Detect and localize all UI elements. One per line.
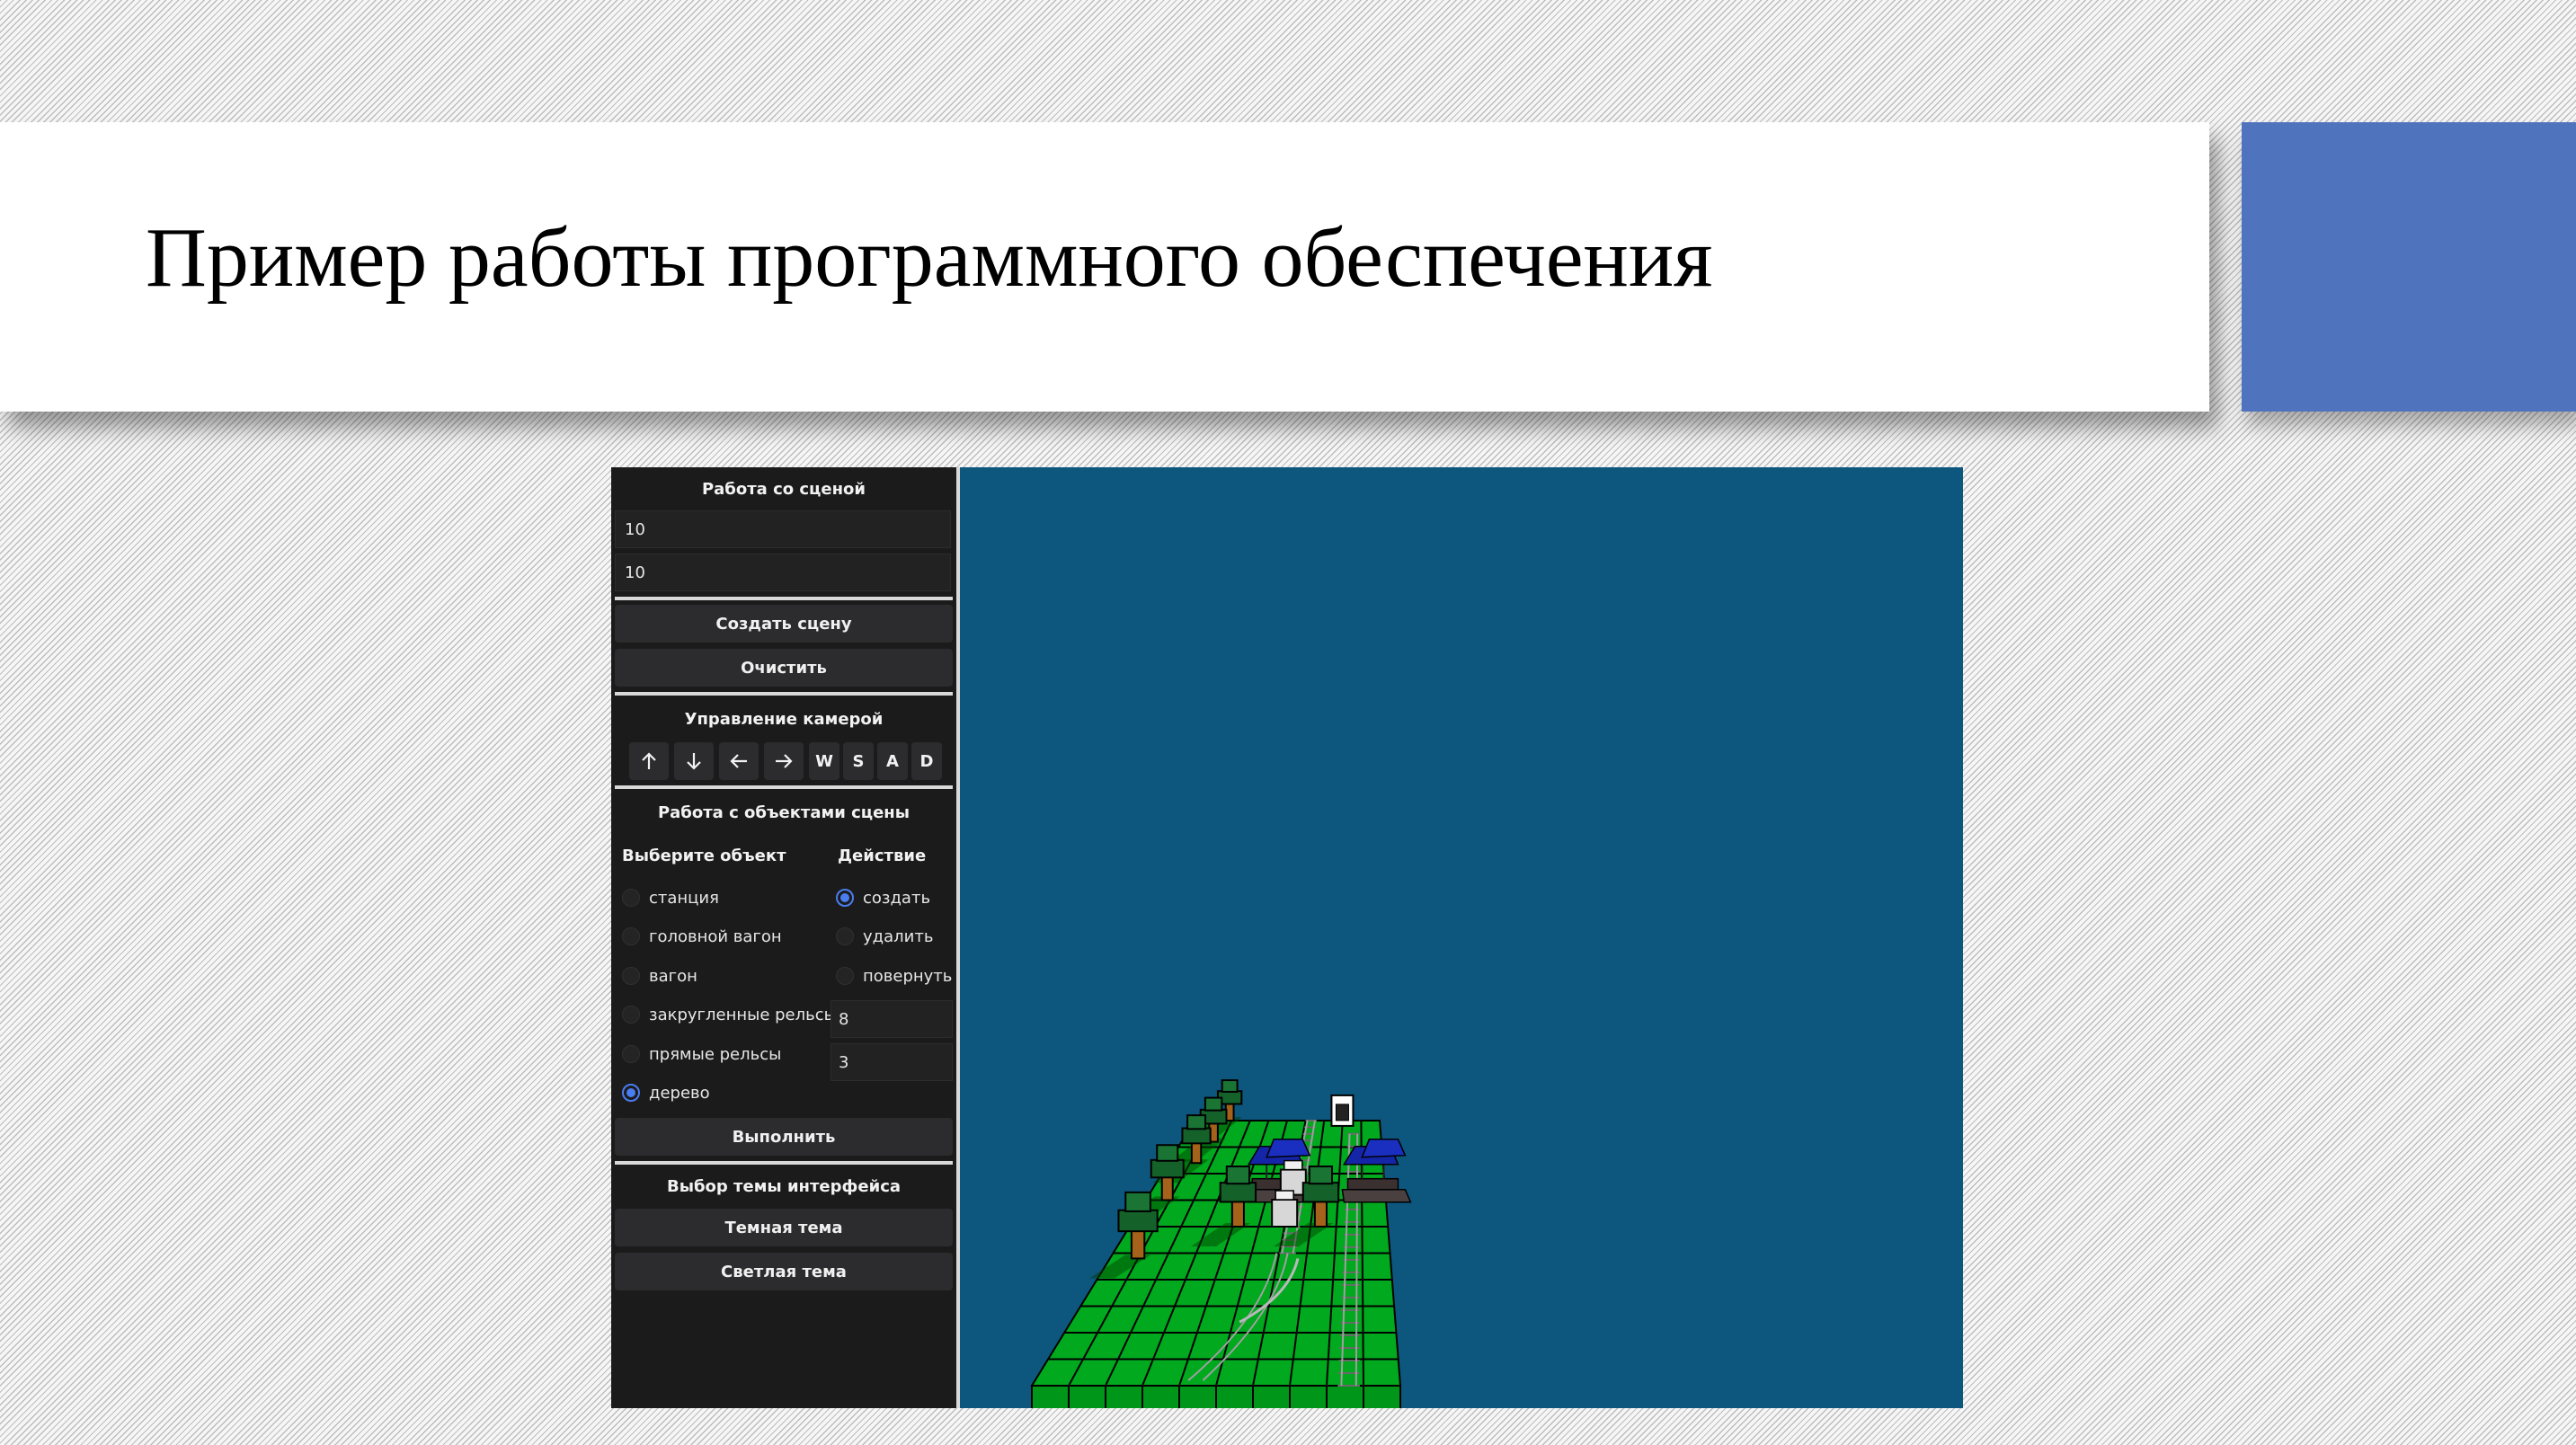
control-panel: Работа со сценой Создать сцену Очистить … bbox=[611, 467, 956, 1408]
scene-height-input[interactable] bbox=[615, 554, 951, 591]
radio-indicator bbox=[622, 1045, 640, 1063]
radio-indicator bbox=[622, 1084, 640, 1102]
radio-indicator bbox=[836, 889, 854, 907]
tree-crown bbox=[1150, 1158, 1185, 1179]
dark-theme-button[interactable]: Темная тема bbox=[615, 1209, 953, 1246]
object-column-header: Выберите объект bbox=[622, 847, 786, 865]
train-car-roof bbox=[1284, 1159, 1303, 1171]
tree-crown-top bbox=[1124, 1191, 1151, 1212]
execute-button[interactable]: Выполнить bbox=[615, 1118, 953, 1156]
scene-section-title: Работа со сценой bbox=[701, 480, 866, 499]
head-car-window bbox=[1335, 1104, 1349, 1121]
tree-crown-top bbox=[1308, 1166, 1334, 1185]
object-radio-head-car[interactable]: головной вагон bbox=[622, 924, 782, 949]
object-radio-station[interactable]: станция bbox=[622, 885, 719, 910]
radio-indicator bbox=[622, 1006, 640, 1024]
scene-3d-render bbox=[1030, 1079, 1412, 1408]
camera-left-button[interactable] bbox=[719, 742, 759, 780]
tree-crown bbox=[1117, 1209, 1159, 1233]
object-radio-tree[interactable]: дерево bbox=[622, 1080, 710, 1105]
action-radio-create[interactable]: создать bbox=[836, 885, 930, 910]
arrow-down-icon bbox=[687, 753, 701, 770]
objects-section-title: Работа с объектами сцены bbox=[657, 803, 910, 822]
camera-section-title: Управление камерой bbox=[684, 710, 884, 729]
radio-indicator bbox=[622, 927, 640, 945]
station-right-base bbox=[1346, 1177, 1399, 1191]
arrow-left-icon bbox=[730, 754, 747, 768]
arrow-up-icon bbox=[642, 752, 656, 769]
tree-crown-top bbox=[1186, 1114, 1207, 1130]
camera-a-button[interactable]: A bbox=[877, 742, 908, 780]
tree-crown bbox=[1181, 1127, 1212, 1145]
tree-crown bbox=[1219, 1182, 1257, 1203]
camera-up-button[interactable] bbox=[629, 742, 669, 780]
station-right-solar-roof bbox=[1361, 1138, 1407, 1158]
tree-crown bbox=[1301, 1182, 1340, 1203]
camera-d-button[interactable]: D bbox=[911, 742, 942, 780]
camera-w-button[interactable]: W bbox=[809, 742, 839, 780]
object-radio-curved-rails[interactable]: закругленные рельсы bbox=[622, 1002, 837, 1027]
theme-section-title: Выбор темы интерфейса bbox=[666, 1177, 902, 1196]
camera-s-button[interactable]: S bbox=[843, 742, 874, 780]
clear-scene-button[interactable]: Очистить bbox=[615, 649, 953, 687]
tree-crown-top bbox=[1225, 1166, 1250, 1185]
train-car-roof bbox=[1275, 1190, 1294, 1201]
radio-label: удалить bbox=[863, 926, 934, 946]
radio-indicator bbox=[836, 927, 854, 945]
train-car bbox=[1271, 1199, 1299, 1228]
radio-indicator bbox=[836, 967, 854, 985]
station-right-platform bbox=[1341, 1188, 1412, 1203]
radio-indicator bbox=[622, 967, 640, 985]
action-radio-delete[interactable]: удалить bbox=[836, 924, 933, 949]
radio-label: станция bbox=[649, 888, 719, 908]
object-param2-input[interactable] bbox=[831, 1043, 953, 1081]
slide-title: Пример работы программного обеспечения bbox=[146, 211, 1713, 305]
app-screenshot: Работа со сценой Создать сцену Очистить … bbox=[611, 467, 1963, 1408]
arrow-right-icon bbox=[776, 754, 793, 768]
scene-width-input[interactable] bbox=[615, 510, 951, 548]
object-param1-input[interactable] bbox=[831, 1000, 953, 1038]
tree-crown-top bbox=[1156, 1144, 1179, 1162]
radio-label: прямые рельсы bbox=[649, 1044, 782, 1064]
action-column-header: Действие bbox=[838, 847, 927, 865]
radio-indicator bbox=[622, 889, 640, 907]
radio-label: закругленные рельсы bbox=[649, 1005, 837, 1024]
action-radio-rotate[interactable]: повернуть bbox=[836, 963, 952, 988]
radio-label: создать bbox=[863, 888, 931, 908]
scene-viewport[interactable] bbox=[960, 467, 1963, 1408]
create-scene-button[interactable]: Создать сцену bbox=[615, 605, 953, 643]
separator bbox=[615, 597, 953, 600]
radio-label: дерево bbox=[649, 1083, 710, 1103]
light-theme-button[interactable]: Светлая тема bbox=[615, 1253, 953, 1290]
tree-crown-top bbox=[1204, 1096, 1223, 1112]
camera-down-button[interactable] bbox=[674, 742, 714, 780]
camera-right-button[interactable] bbox=[764, 742, 804, 780]
radio-label: вагон bbox=[649, 966, 697, 986]
rail-straight bbox=[1355, 1133, 1359, 1387]
separator bbox=[615, 1161, 953, 1165]
radio-label: повернуть bbox=[863, 966, 953, 986]
separator bbox=[615, 785, 953, 789]
radio-label: головной вагон bbox=[649, 926, 782, 946]
object-radio-car[interactable]: вагон bbox=[622, 963, 697, 988]
station-left-solar-roof bbox=[1266, 1138, 1311, 1158]
accent-box bbox=[2242, 122, 2576, 412]
separator bbox=[615, 692, 953, 696]
tree-crown-top bbox=[1221, 1079, 1239, 1093]
object-radio-straight-rails[interactable]: прямые рельсы bbox=[622, 1042, 781, 1067]
